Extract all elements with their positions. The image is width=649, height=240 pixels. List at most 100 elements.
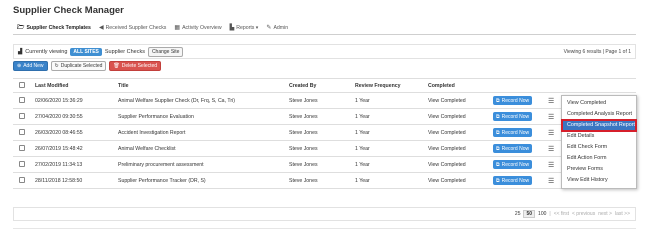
pagination-bar: 25 50 100 | << first < previous next > l… [13, 207, 636, 221]
row-checkbox[interactable] [19, 145, 25, 152]
col-title[interactable]: Title [114, 78, 285, 93]
change-site-button[interactable]: Change Site [147, 46, 184, 57]
row-actions-dropdown: View Completed Completed Analysis Report… [561, 95, 637, 189]
page-size-100[interactable]: 100 [538, 211, 546, 217]
cell-last-modified: 28/11/2018 12:58:50 [31, 172, 114, 189]
tab-received-supplier-checks[interactable]: ◀ Received Supplier Checks [95, 22, 170, 34]
row-select-cell [13, 92, 31, 109]
cell-created-by: Steve Jones [285, 172, 351, 189]
tab-supplier-check-templates[interactable]: 🗁 Supplier Check Templates [13, 22, 95, 34]
col-review-frequency[interactable]: Review Frequency [351, 78, 424, 93]
external-link-icon: ⧉ [496, 145, 500, 152]
cell-completed-link[interactable]: View Completed [424, 108, 489, 125]
page-size-50[interactable]: 50 [523, 210, 536, 218]
record-now-label: Record Now [501, 113, 530, 120]
duplicate-selected-button[interactable]: ↻ Duplicate Selected [50, 61, 107, 71]
menu-item-edit-action-form[interactable]: Edit Action Form [562, 153, 636, 164]
cell-review-frequency: 1 Year [351, 172, 424, 189]
cell-record: ⧉ Record Now [489, 172, 544, 189]
menu-item-preview-forms[interactable]: Preview Forms [562, 164, 636, 175]
cell-title[interactable]: Supplier Performance Evaluation [114, 108, 285, 125]
record-now-label: Record Now [501, 97, 530, 104]
cell-title[interactable]: Animal Welfare Supplier Check (Dr, Frq, … [114, 92, 285, 109]
row-checkbox[interactable] [19, 129, 25, 136]
row-menu-icon[interactable]: ☰ [548, 113, 554, 121]
cell-review-frequency: 1 Year [351, 156, 424, 173]
menu-item-edit-check-form[interactable]: Edit Check Form [562, 142, 636, 153]
record-now-label: Record Now [501, 161, 530, 168]
menu-item-completed-snapshot-report[interactable]: Completed Snapshot Report [561, 119, 637, 132]
record-now-button[interactable]: ⧉ Record Now [493, 144, 533, 153]
cell-completed-link[interactable]: View Completed [424, 140, 489, 157]
previous-page-link[interactable]: < previous [572, 211, 595, 217]
cell-review-frequency: 1 Year [351, 140, 424, 157]
plus-icon: ⊕ [17, 63, 22, 69]
cell-record: ⧉ Record Now [489, 92, 544, 109]
menu-item-completed-analysis-report[interactable]: Completed Analysis Report [562, 109, 636, 120]
cell-created-by: Steve Jones [285, 124, 351, 141]
add-new-button[interactable]: ⊕ Add New [13, 61, 48, 71]
col-completed[interactable]: Completed [424, 78, 489, 93]
cell-completed-link[interactable]: View Completed [424, 156, 489, 173]
cell-created-by: Steve Jones [285, 140, 351, 157]
cell-created-by: Steve Jones [285, 156, 351, 173]
tab-label: Admin [273, 25, 289, 31]
cell-completed-link[interactable]: View Completed [424, 172, 489, 189]
select-all-cell [13, 78, 31, 93]
tab-reports[interactable]: ▙ Reports ▾ [226, 22, 263, 34]
table-header-row: Last Modified Title Created By Review Fr… [13, 78, 636, 93]
next-page-link[interactable]: next > [598, 211, 612, 217]
main-nav: 🗁 Supplier Check Templates ◀ Received Su… [13, 22, 636, 35]
last-page-link[interactable]: last >> [615, 211, 630, 217]
cell-completed-link[interactable]: View Completed [424, 92, 489, 109]
viewing-suffix: Supplier Checks [104, 48, 145, 55]
external-link-icon: ⧉ [496, 161, 500, 168]
record-now-button[interactable]: ⧉ Record Now [493, 112, 533, 121]
external-link-icon: ⧉ [496, 97, 500, 104]
record-now-button[interactable]: ⧉ Record Now [493, 160, 533, 169]
menu-item-edit-details[interactable]: Edit Details [562, 131, 636, 142]
record-now-button[interactable]: ⧉ Record Now [493, 176, 533, 185]
cell-last-modified: 27/02/2019 11:34:13 [31, 156, 114, 173]
row-select-cell [13, 140, 31, 157]
delete-selected-button[interactable]: 🗑 Delete Selected [109, 61, 162, 71]
first-page-link[interactable]: << first [554, 211, 569, 217]
row-menu-icon[interactable]: ☰ [548, 177, 554, 185]
cell-title[interactable]: Animal Welfare Checklist [114, 140, 285, 157]
site-filter-bar: ▟ Currently viewing ALL SITES Supplier C… [13, 44, 636, 59]
page-size-25[interactable]: 25 [515, 211, 521, 217]
menu-item-view-edit-history[interactable]: View Edit History [562, 175, 636, 186]
cell-title[interactable]: Accident Investigation Report [114, 124, 285, 141]
cell-title[interactable]: Supplier Performance Tracker (DR, S) [114, 172, 285, 189]
cell-title[interactable]: Preliminary procurement assessment [114, 156, 285, 173]
footer-divider [13, 228, 636, 229]
row-checkbox[interactable] [19, 97, 25, 104]
tab-activity-overview[interactable]: ▦ Activity Overview [170, 22, 225, 34]
tab-admin[interactable]: ✎ Admin [262, 22, 292, 34]
row-checkbox[interactable] [19, 113, 25, 120]
cell-last-modified: 26/03/2020 08:46:55 [31, 124, 114, 141]
col-last-modified[interactable]: Last Modified [31, 78, 114, 93]
bar-chart-icon: ▙ [229, 25, 235, 31]
cell-record: ⧉ Record Now [489, 140, 544, 157]
row-menu-icon[interactable]: ☰ [548, 129, 554, 137]
menu-item-view-completed[interactable]: View Completed [562, 98, 636, 109]
trash-icon: 🗑 [113, 63, 120, 69]
cell-review-frequency: 1 Year [351, 92, 424, 109]
table-row: 02/06/2020 15:36:29 Animal Welfare Suppl… [13, 92, 636, 109]
record-now-button[interactable]: ⧉ Record Now [493, 96, 533, 105]
row-menu-icon[interactable]: ☰ [548, 161, 554, 169]
table-row: 26/03/2020 08:46:55 Accident Investigati… [13, 124, 636, 141]
row-checkbox[interactable] [19, 177, 25, 184]
col-created-by[interactable]: Created By [285, 78, 351, 93]
cell-last-modified: 26/07/2019 15:48:42 [31, 140, 114, 157]
row-menu-icon[interactable]: ☰ [548, 97, 554, 105]
duplicate-label: Duplicate Selected [60, 63, 103, 69]
row-checkbox[interactable] [19, 161, 25, 168]
cell-completed-link[interactable]: View Completed [424, 124, 489, 141]
templates-table: Last Modified Title Created By Review Fr… [13, 78, 636, 189]
record-now-button[interactable]: ⧉ Record Now [493, 128, 533, 137]
select-all-checkbox[interactable] [19, 82, 25, 89]
tab-label: Reports ▾ [236, 25, 259, 31]
row-menu-icon[interactable]: ☰ [548, 145, 554, 153]
